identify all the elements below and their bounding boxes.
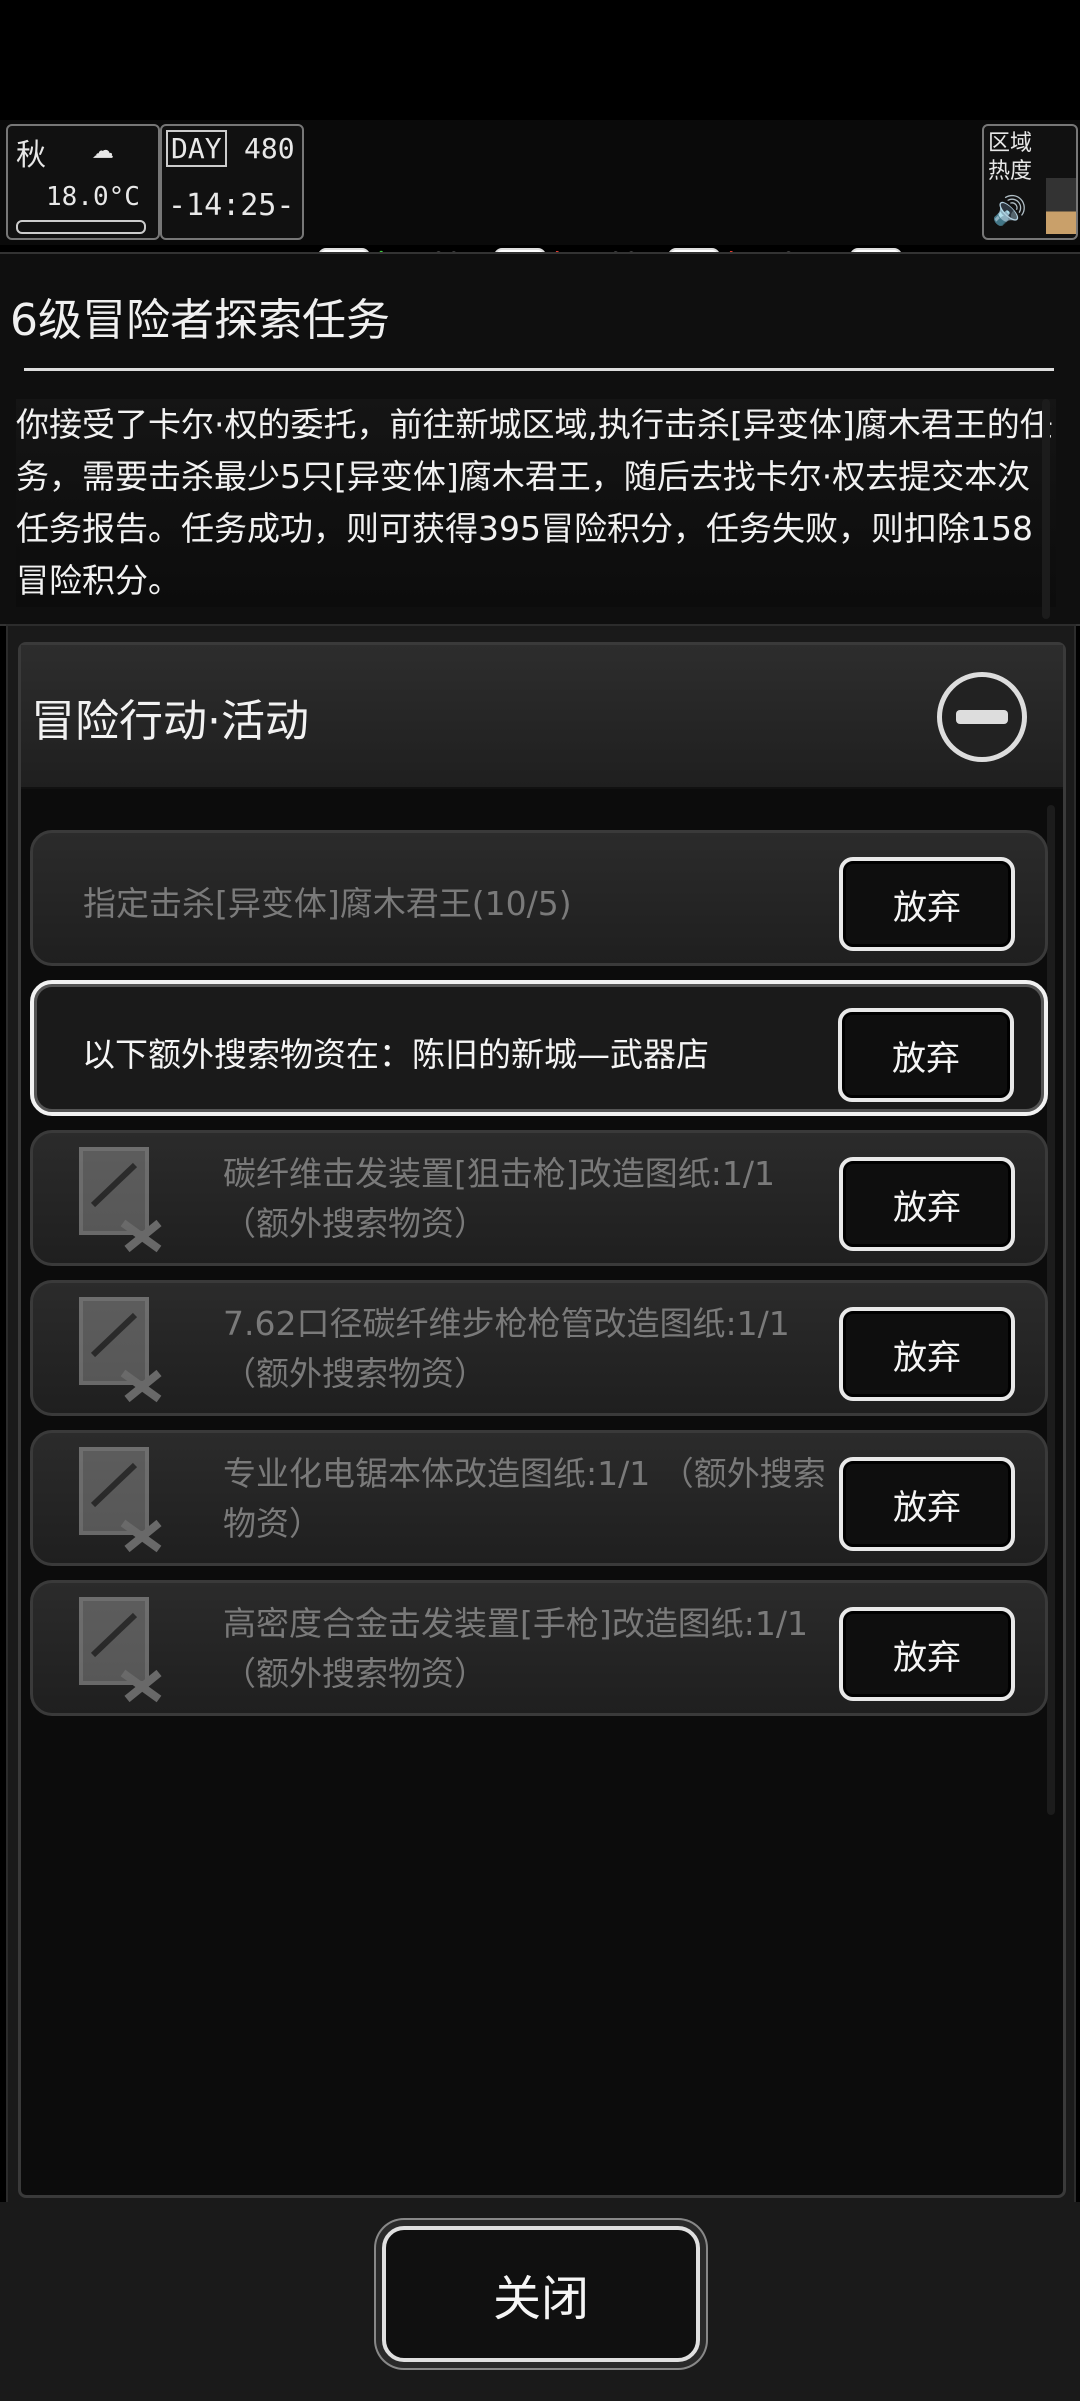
abandon-button[interactable]: 放弃 — [839, 857, 1015, 951]
speaker-icon[interactable]: 🔊 — [992, 194, 1027, 227]
blueprint-icon — [77, 1445, 165, 1553]
abandon-button[interactable]: 放弃 — [839, 1157, 1015, 1251]
season-label: 秋 — [16, 138, 46, 173]
abandon-button[interactable]: 放弃 — [839, 1607, 1015, 1701]
close-button[interactable]: 关闭 — [382, 2226, 700, 2362]
activity-label: 指定击杀[异变体]腐木君王(10/5) — [83, 884, 572, 923]
activity-label: 7.62口径碳纤维步枪枪管改造图纸:1/1 （额外搜索物资） — [223, 1304, 790, 1393]
status-hud: 秋 ☁ 18.0°C DAY 480 -14:25- ✚↑93%◐↓66%⬒↓9… — [0, 120, 1080, 354]
title-divider — [24, 367, 1054, 371]
activity-row[interactable]: 以下额外搜索物资在：陈旧的新城—武器店 放弃 — [30, 980, 1048, 1116]
cloud-icon: ☁ — [92, 126, 114, 167]
activity-row[interactable]: 碳纤维击发装置[狙击枪]改造图纸:1/1 （额外搜索物资） 放弃 — [30, 1130, 1048, 1266]
abandon-button[interactable]: 放弃 — [839, 1457, 1015, 1551]
activity-label: 专业化电锯本体改造图纸:1/1 （额外搜索物资） — [223, 1454, 826, 1543]
activity-row[interactable]: 高密度合金击发装置[手枪]改造图纸:1/1 （额外搜索物资） 放弃 — [30, 1580, 1048, 1716]
activity-scrollbar[interactable] — [1047, 805, 1055, 1815]
blueprint-icon — [77, 1595, 165, 1703]
temperature-label: 18.0°C — [46, 182, 140, 212]
activity-label: 碳纤维击发装置[狙击枪]改造图纸:1/1 （额外搜索物资） — [223, 1154, 775, 1243]
mission-title: 6级冒险者探索任务 — [10, 295, 390, 346]
zone-heat-panel[interactable]: 区域 热度 🔊 — [982, 124, 1078, 240]
minus-icon — [956, 710, 1008, 724]
weather-panel: 秋 ☁ 18.0°C — [6, 124, 160, 240]
activity-row[interactable]: 专业化电锯本体改造图纸:1/1 （额外搜索物资） 放弃 — [30, 1430, 1048, 1566]
day-label: DAY — [166, 130, 227, 167]
activity-title: 冒险行动·活动 — [31, 696, 309, 747]
heat-meter — [1046, 178, 1076, 234]
day-count: 480 — [244, 132, 295, 165]
abandon-button[interactable]: 放弃 — [839, 1307, 1015, 1401]
activity-label: 高密度合金击发装置[手枪]改造图纸:1/1 （额外搜索物资） — [223, 1604, 808, 1693]
activity-header: 冒险行动·活动 — [21, 645, 1063, 789]
mission-description: 你接受了卡尔·权的委托，前往新城区域,执行击杀[异变体]腐木君王的任务，需要击杀… — [16, 399, 1056, 607]
activity-row[interactable]: 7.62口径碳纤维步枪枪管改造图纸:1/1 （额外搜索物资） 放弃 — [30, 1280, 1048, 1416]
blueprint-icon — [77, 1295, 165, 1403]
zone-heat-label: 区域 热度 — [988, 131, 1033, 184]
collapse-button[interactable] — [937, 672, 1027, 762]
thermometer-icon — [16, 220, 146, 234]
abandon-button[interactable]: 放弃 — [838, 1008, 1014, 1102]
description-scrollbar[interactable] — [1042, 399, 1050, 619]
activity-label: 以下额外搜索物资在：陈旧的新城—武器店 — [82, 1035, 709, 1074]
footer-bar: 关闭 — [0, 2202, 1080, 2401]
mission-panel: 6级冒险者探索任务 你接受了卡尔·权的委托，前往新城区域,执行击杀[异变体]腐木… — [0, 252, 1080, 626]
blueprint-icon — [77, 1145, 165, 1253]
time-label: -14:25- — [168, 188, 295, 223]
day-panel: DAY 480 -14:25- — [160, 124, 304, 240]
activity-row[interactable]: 指定击杀[异变体]腐木君王(10/5) 放弃 — [30, 830, 1048, 966]
